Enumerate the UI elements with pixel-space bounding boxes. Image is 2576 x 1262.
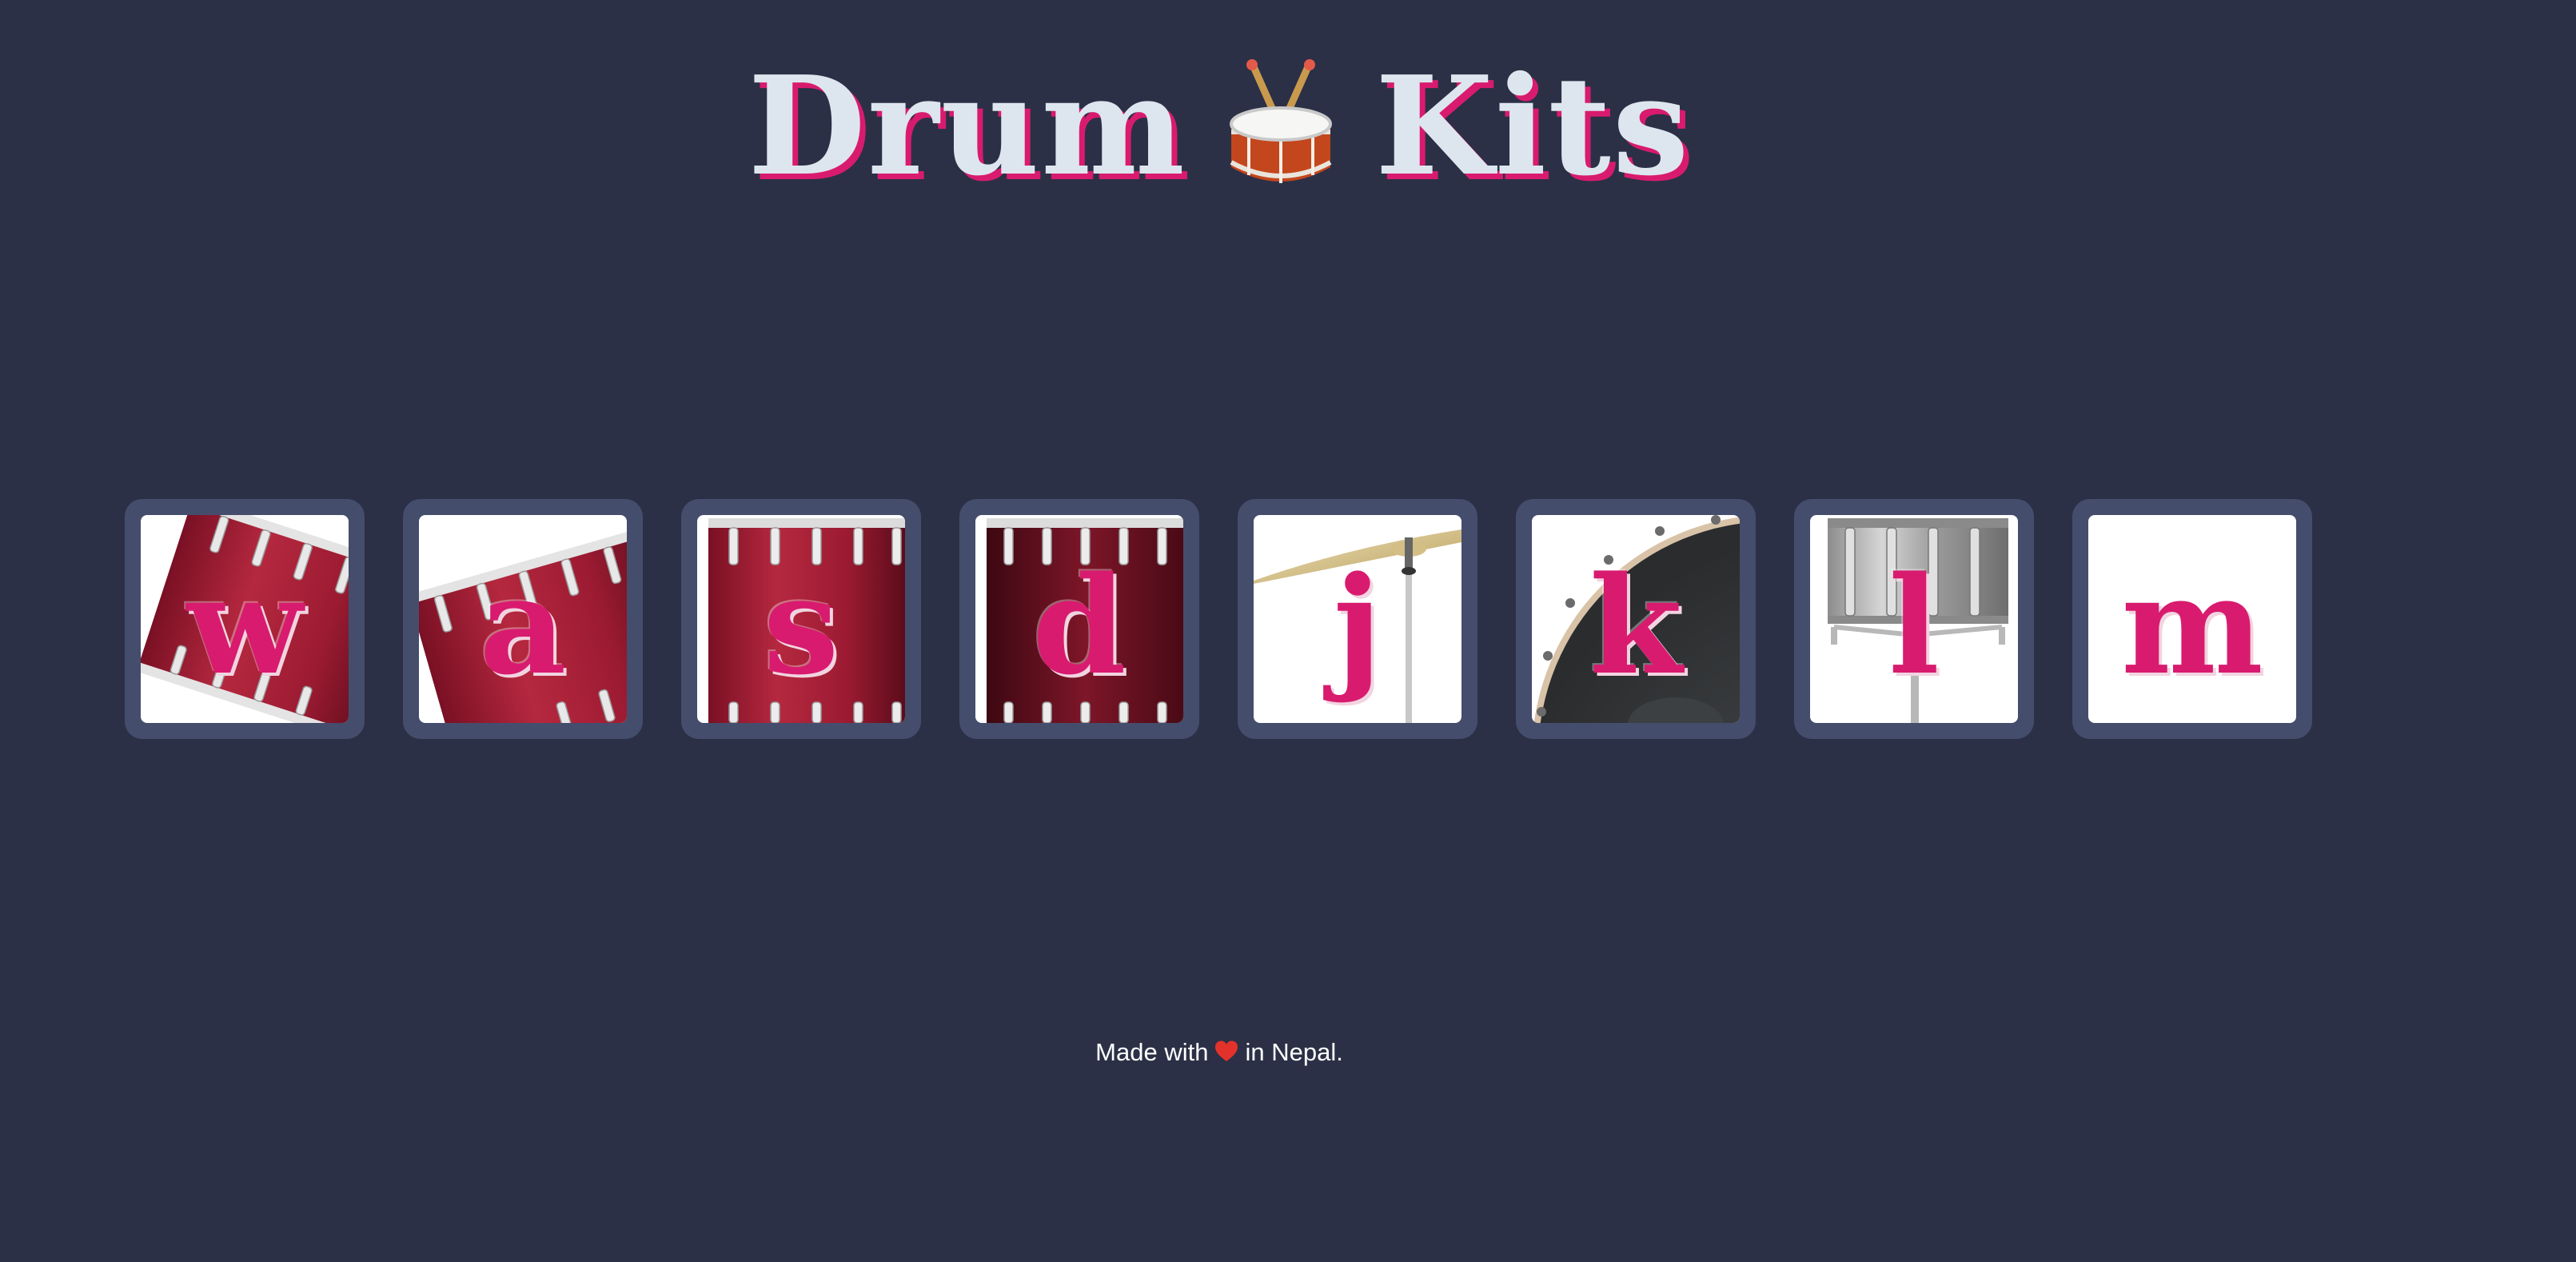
drum-pad-face: a <box>419 515 627 723</box>
drum-pad-face: j <box>1254 515 1461 723</box>
title-drum-word: Drum <box>748 46 1186 206</box>
drum-pad-face: d <box>975 515 1183 723</box>
title-kits-word: Kits <box>1374 46 1691 206</box>
key-label: k <box>1589 546 1683 705</box>
drum-pad-face: m <box>2088 515 2296 723</box>
drum-pad-m[interactable]: m <box>2072 499 2312 739</box>
footer: Made with in Nepal. <box>0 1038 2438 1067</box>
key-label: l <box>1888 546 1940 705</box>
footer-text-after: in Nepal. <box>1245 1038 1343 1066</box>
footer-text-before: Made with <box>1095 1038 1209 1066</box>
drum-pad-s[interactable]: s <box>681 499 921 739</box>
drum-pad-face: s <box>697 515 905 723</box>
drum-pad-set: w a s d j k l m <box>125 499 2312 739</box>
drum-pad-d[interactable]: d <box>959 499 1199 739</box>
drum-pad-j[interactable]: j <box>1238 499 1477 739</box>
heart-icon <box>1214 1040 1238 1064</box>
drum-pad-w[interactable]: w <box>125 499 365 739</box>
drum-pad-a[interactable]: a <box>403 499 643 739</box>
key-label: w <box>186 546 303 705</box>
drum-pad-k[interactable]: k <box>1516 499 1756 739</box>
key-label: s <box>763 546 839 705</box>
drum-emoji-icon <box>1225 55 1337 191</box>
drum-pad-l[interactable]: l <box>1794 499 2034 739</box>
key-label: d <box>1032 546 1127 705</box>
key-label: a <box>479 546 567 705</box>
drum-pad-face: l <box>1810 515 2018 723</box>
key-label: j <box>1333 546 1382 705</box>
key-label: m <box>2121 546 2263 705</box>
drum-pad-face: k <box>1532 515 1740 723</box>
drum-pad-face: w <box>141 515 349 723</box>
page-title: Drum Kits <box>0 38 2438 202</box>
